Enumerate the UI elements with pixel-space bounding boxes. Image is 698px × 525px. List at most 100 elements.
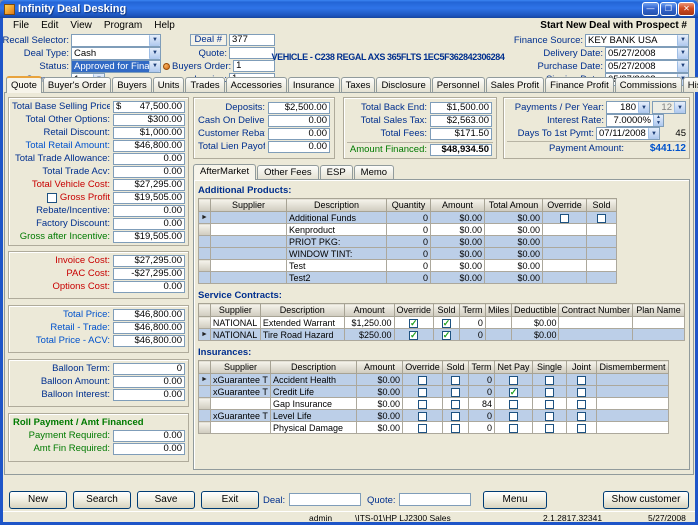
dropdown-arrow-icon[interactable]: ▼ <box>149 48 160 59</box>
cell-supplier[interactable]: xGuarantee T <box>211 386 271 398</box>
override-checkbox[interactable] <box>418 400 427 409</box>
pac-cost-field[interactable]: -$27,295.00 <box>113 268 185 280</box>
joint-checkbox[interactable] <box>577 388 586 397</box>
spinner-arrows[interactable]: ▲ ▼ <box>653 115 663 126</box>
cell-amount[interactable]: $0.00 <box>357 422 403 434</box>
sold-checkbox[interactable] <box>442 319 451 328</box>
tab-trades[interactable]: Trades <box>185 77 224 92</box>
tab-finance-profit[interactable]: Finance Profit <box>545 77 614 92</box>
cell-amount[interactable]: $0.00 <box>431 236 485 248</box>
single-checkbox[interactable] <box>545 400 554 409</box>
cell-total[interactable]: $0.00 <box>485 260 543 272</box>
cell-override[interactable] <box>394 329 434 341</box>
cell-total[interactable]: $0.00 <box>485 248 543 260</box>
cell-override[interactable] <box>403 374 443 386</box>
sold-checkbox[interactable] <box>442 331 451 340</box>
cell-sold[interactable] <box>443 398 469 410</box>
single-checkbox[interactable] <box>545 412 554 421</box>
tab-disclosure[interactable]: Disclosure <box>376 77 430 92</box>
cell-description[interactable]: Extended Warrant <box>260 317 344 329</box>
cell-description[interactable]: Additional Funds <box>287 212 387 224</box>
cell-sold[interactable] <box>587 236 617 248</box>
payment-required-field[interactable]: 0.00 <box>113 430 185 442</box>
amount-financed-field[interactable]: $48,934.50 <box>430 144 492 156</box>
cell-override[interactable] <box>543 212 587 224</box>
spin-down-icon[interactable]: ▼ <box>654 121 663 127</box>
cell-single[interactable] <box>533 422 567 434</box>
tab-history[interactable]: History <box>683 77 698 92</box>
cell-quantity[interactable]: 0 <box>387 224 431 236</box>
cell-amount[interactable]: $0.00 <box>431 224 485 236</box>
interest-rate-spinner[interactable]: 7.0000% ▲ ▼ <box>606 114 664 127</box>
cell-term[interactable]: 84 <box>469 398 495 410</box>
cell-amount[interactable]: $0.00 <box>357 398 403 410</box>
cell-deductible[interactable]: $0.00 <box>511 329 559 341</box>
subtab-other-fees[interactable]: Other Fees <box>257 165 319 179</box>
cell-supplier[interactable] <box>211 236 287 248</box>
cell-joint[interactable] <box>567 386 597 398</box>
cell-net-pay[interactable] <box>495 422 533 434</box>
total-sales-tax-field[interactable]: $2,563.00 <box>430 115 492 127</box>
cell-joint[interactable] <box>567 374 597 386</box>
cell-supplier[interactable] <box>211 248 287 260</box>
dropdown-arrow-icon[interactable]: ▼ <box>648 128 659 139</box>
cell-quantity[interactable]: 0 <box>387 272 431 284</box>
cell-supplier[interactable] <box>211 398 271 410</box>
cell-term[interactable]: 0 <box>469 386 495 398</box>
balloon-term-field[interactable]: 0 <box>113 363 185 375</box>
net-pay-checkbox[interactable] <box>509 400 518 409</box>
single-checkbox[interactable] <box>545 424 554 433</box>
cell-total[interactable]: $0.00 <box>485 212 543 224</box>
cell-total[interactable]: $0.00 <box>485 236 543 248</box>
tab-taxes[interactable]: Taxes <box>341 77 376 92</box>
cell-deductible[interactable]: $0.00 <box>511 317 559 329</box>
cell-sold[interactable] <box>587 248 617 260</box>
cell-single[interactable] <box>533 386 567 398</box>
total-fees-field[interactable]: $171.50 <box>430 128 492 140</box>
cell-description[interactable]: Test2 <box>287 272 387 284</box>
delivery-date-picker[interactable]: 05/27/2008 ▼ <box>605 47 689 60</box>
override-checkbox[interactable] <box>409 319 418 328</box>
row-selector[interactable] <box>199 317 211 329</box>
cell-dismemberment[interactable] <box>597 398 669 410</box>
deal-type-dropdown[interactable]: Cash ▼ <box>71 47 161 60</box>
joint-checkbox[interactable] <box>577 424 586 433</box>
cell-single[interactable] <box>533 410 567 422</box>
override-checkbox[interactable] <box>409 331 418 340</box>
per-year-dropdown[interactable]: 12 ▼ <box>652 101 686 114</box>
cell-description[interactable]: Test <box>287 260 387 272</box>
cell-dismemberment[interactable] <box>597 422 669 434</box>
cell-override[interactable] <box>403 410 443 422</box>
balloon-interest-field[interactable]: 0.00 <box>113 389 185 401</box>
cell-description[interactable]: Accident Health <box>271 374 357 386</box>
cell-term[interactable]: 0 <box>469 374 495 386</box>
cell-quantity[interactable]: 0 <box>387 236 431 248</box>
cell-supplier[interactable] <box>211 260 287 272</box>
cell-term[interactable]: 0 <box>469 422 495 434</box>
cell-description[interactable]: Level Life <box>271 410 357 422</box>
subtab-aftermarket[interactable]: AfterMarket <box>193 164 256 180</box>
cell-term[interactable]: 0 <box>469 410 495 422</box>
cell-supplier[interactable] <box>211 422 271 434</box>
dropdown-arrow-icon[interactable]: ▼ <box>149 61 160 72</box>
dropdown-arrow-icon[interactable]: ▼ <box>677 61 688 72</box>
cell-dismemberment[interactable] <box>597 386 669 398</box>
cell-total[interactable]: $0.00 <box>485 224 543 236</box>
cell-sold[interactable] <box>587 212 617 224</box>
row-selector[interactable] <box>199 224 211 236</box>
sold-checkbox[interactable] <box>451 412 460 421</box>
cell-amount[interactable]: $0.00 <box>357 410 403 422</box>
total-vehicle-cost-field[interactable]: $27,295.00 <box>113 179 185 191</box>
tab-sales-profit[interactable]: Sales Profit <box>486 77 545 92</box>
status-dropdown[interactable]: Approved for Finance ▼ <box>71 60 161 73</box>
total-lien-payoff-field[interactable]: 0.00 <box>268 141 330 153</box>
tab-units[interactable]: Units <box>153 77 185 92</box>
total-price-field[interactable]: $46,800.00 <box>113 309 185 321</box>
cell-supplier[interactable] <box>211 224 287 236</box>
cell-supplier[interactable] <box>211 272 287 284</box>
cell-joint[interactable] <box>567 422 597 434</box>
net-pay-checkbox[interactable] <box>509 424 518 433</box>
row-selector[interactable] <box>199 248 211 260</box>
cell-dismemberment[interactable] <box>597 410 669 422</box>
subtab-esp[interactable]: ESP <box>320 165 353 179</box>
